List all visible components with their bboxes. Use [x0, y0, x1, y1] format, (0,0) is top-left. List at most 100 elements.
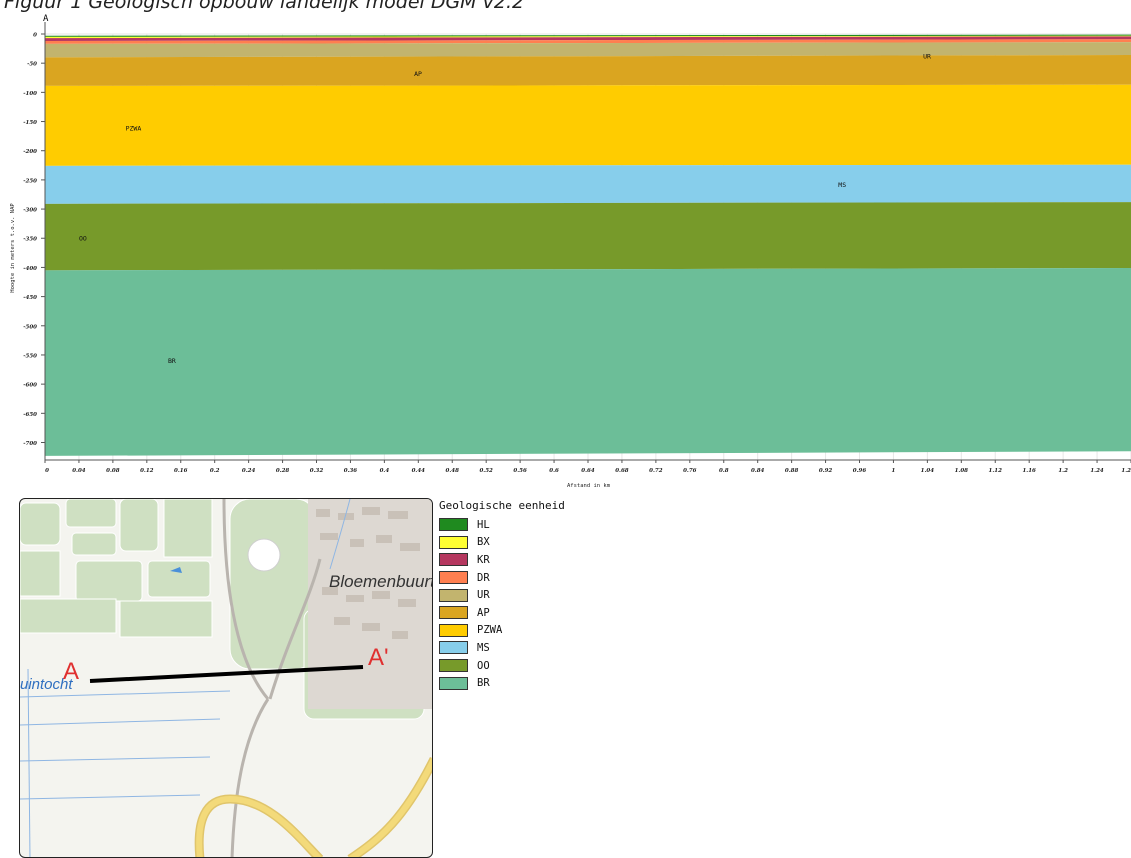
x-tick-label: 1.2	[1121, 468, 1131, 474]
x-tick-label: 0.04	[72, 468, 86, 474]
map-svg: Bloemenbuurt uintocht A A'	[20, 499, 433, 857]
legend-swatch	[439, 641, 468, 655]
map-pond	[247, 538, 281, 572]
legend-label: UR	[477, 589, 490, 602]
x-tick-label: 0.36	[344, 468, 358, 474]
y-axis-label: Hoogte in meters t.o.v. NAP	[10, 203, 16, 293]
legend-swatch	[439, 623, 468, 637]
y-tick-label: -550	[23, 353, 37, 359]
layer-label-pzwa: PZWA	[126, 124, 142, 132]
x-tick-label: 1.24	[1090, 468, 1104, 474]
layer-label-ap: AP	[414, 70, 422, 78]
x-tick-label: 0.08	[106, 468, 120, 474]
layer-label-ms: MS	[838, 181, 846, 189]
y-tick-label: -650	[23, 412, 37, 418]
legend-label: MS	[477, 641, 490, 654]
legend-title: Geologische eenheid	[439, 499, 565, 512]
legend-swatch	[439, 659, 468, 673]
x-tick-label: 0.16	[174, 468, 188, 474]
x-tick-label: 0.24	[242, 468, 256, 474]
layer-ap	[45, 55, 1131, 86]
cross-section-chart: UR AP PZWA MS OO BR 0 -50 -100 -150 -200 -250 -300 -…	[0, 0, 1131, 495]
map-urban-area	[308, 499, 432, 709]
layer-label-oo: OO	[79, 235, 87, 243]
x-tick-label: 0.4	[380, 468, 390, 474]
x-tick-label: 1.04	[921, 468, 935, 474]
location-map[interactable]: Bloemenbuurt uintocht A A'	[19, 498, 433, 858]
legend-label: HL	[477, 518, 490, 531]
x-tick-label: 0.6	[549, 468, 559, 474]
legend-label: DR	[477, 571, 490, 584]
legend-swatch	[439, 553, 468, 567]
x-tick-label: 0.96	[853, 468, 867, 474]
y-tick-label: -100	[23, 91, 37, 97]
y-tick-label: -50	[27, 62, 37, 68]
legend-label: PZWA	[477, 624, 503, 637]
x-axis-label: Afstand in km	[567, 483, 611, 489]
x-tick-label: 0.68	[615, 468, 629, 474]
geology-layers	[45, 34, 1131, 456]
map-place-label: Bloemenbuurt	[329, 572, 433, 591]
legend-item-br: BR	[439, 674, 565, 692]
y-tick-label: -150	[23, 120, 37, 126]
y-tick-label: -250	[23, 178, 37, 184]
y-tick-label: -700	[23, 441, 37, 447]
x-tick-label: 1.2	[1058, 468, 1068, 474]
legend-items: HL BX KR DR UR AP PZWA MS OO BR	[439, 516, 565, 692]
legend-item-ms: MS	[439, 639, 565, 657]
y-tick-label: -500	[23, 324, 37, 330]
y-tick-label: -350	[23, 237, 37, 243]
x-tick-label: 0.28	[276, 468, 290, 474]
x-tick-label: 0.32	[310, 468, 324, 474]
legend-item-hl: HL	[439, 516, 565, 534]
y-tick-label: -600	[23, 383, 37, 389]
x-tick-label: 1.08	[955, 468, 969, 474]
x-tick-label: 0.44	[412, 468, 426, 474]
legend-label: AP	[477, 606, 490, 619]
x-tick-label: 0.76	[683, 468, 697, 474]
layer-label-br: BR	[168, 357, 176, 365]
layer-br	[45, 268, 1131, 456]
y-tick-label: 0	[33, 33, 37, 39]
layer-ms	[45, 164, 1131, 204]
x-tick-label: 1.16	[1022, 468, 1036, 474]
legend-label: BX	[477, 536, 490, 549]
layer-pzwa	[45, 84, 1131, 166]
legend: Geologische eenheid HL BX KR DR UR AP PZ…	[439, 499, 565, 692]
x-tick-label: 1	[892, 468, 896, 474]
legend-label: KR	[477, 553, 490, 566]
x-tick-label: 0.8	[719, 468, 729, 474]
legend-item-kr: KR	[439, 551, 565, 569]
legend-swatch	[439, 676, 468, 690]
x-tick-label: 0.2	[210, 468, 220, 474]
x-tick-label: 1.12	[989, 468, 1003, 474]
x-tick-label: 0.72	[649, 468, 663, 474]
legend-swatch	[439, 571, 468, 585]
x-tick-label: 0.84	[751, 468, 765, 474]
legend-swatch	[439, 535, 468, 549]
x-tick-label: 0.12	[140, 468, 154, 474]
layer-label-ur: UR	[923, 53, 931, 61]
point-a-prime-label: A'	[368, 644, 389, 671]
legend-swatch	[439, 518, 468, 532]
y-tick-label: -400	[23, 266, 37, 272]
legend-item-dr: DR	[439, 569, 565, 587]
legend-item-bx: BX	[439, 534, 565, 552]
legend-item-ur: UR	[439, 586, 565, 604]
x-tick-label: 0.48	[446, 468, 460, 474]
y-tick-label: -450	[23, 295, 37, 301]
x-tick-label: 0.64	[581, 468, 595, 474]
legend-item-oo: OO	[439, 657, 565, 675]
legend-item-ap: AP	[439, 604, 565, 622]
layer-ur	[45, 42, 1131, 58]
x-tick-label: 0	[45, 468, 49, 474]
x-tick-label: 0.88	[785, 468, 799, 474]
layer-oo	[45, 202, 1131, 271]
legend-label: OO	[477, 659, 490, 672]
chart-svg: UR AP PZWA MS OO BR 0 -50 -100 -150 -200 -250 -300 -…	[10, 14, 1131, 489]
point-a-label: A	[63, 658, 79, 685]
legend-item-pzwa: PZWA	[439, 622, 565, 640]
section-start-label: A	[43, 14, 49, 24]
y-tick-label: -200	[23, 149, 37, 155]
x-tick-label: 0.56	[513, 468, 527, 474]
